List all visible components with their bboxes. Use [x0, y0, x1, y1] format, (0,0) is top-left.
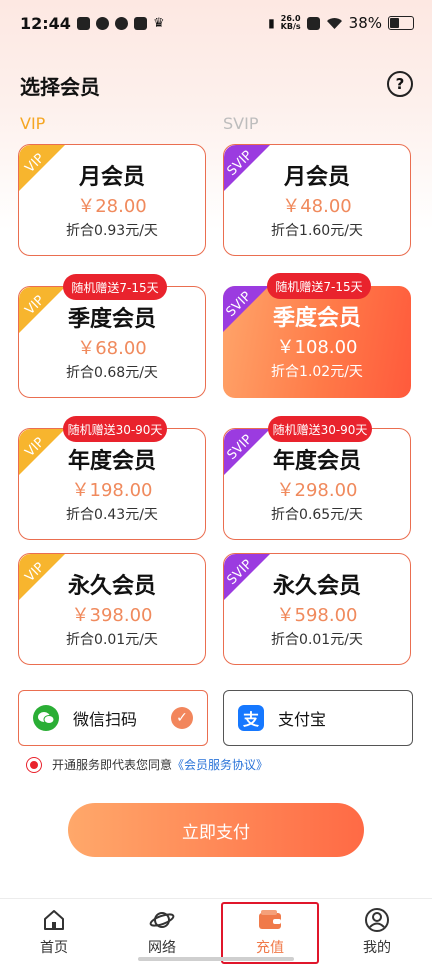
- plan-daily-rate: 折合0.01元/天: [271, 632, 363, 648]
- plan-price: ￥398.00: [71, 605, 153, 626]
- bottom-tab-bar: 首页 网络 充值 我的: [0, 898, 432, 965]
- status-bar: 12:44 ♛ ▮ 26.0 KB/s 38%: [0, 0, 432, 50]
- plan-card-svip-month[interactable]: SVIP 月会员 ￥48.00 折合1.60元/天: [223, 144, 411, 256]
- agreement-row: 开通服务即代表您同意 《会员服务协议》: [26, 756, 268, 773]
- plan-daily-rate: 折合0.65元/天: [271, 507, 363, 523]
- payment-option-wechat[interactable]: 微信扫码 ✓: [18, 690, 208, 746]
- plan-name: 月会员: [283, 165, 350, 190]
- agreement-radio[interactable]: [26, 756, 42, 773]
- plan-daily-rate: 折合0.68元/天: [66, 365, 158, 381]
- planet-icon: [149, 907, 175, 933]
- wechat-icon: [33, 705, 59, 731]
- user-icon: [364, 907, 390, 933]
- plan-name: 永久会员: [67, 574, 156, 599]
- plan-card-vip-month[interactable]: VIP 月会员 ￥28.00 折合0.93元/天: [18, 144, 206, 256]
- wechat-label: 微信扫码: [73, 710, 138, 729]
- vibrate-icon: ▮: [268, 16, 275, 30]
- alipay-label: 支付宝: [278, 710, 327, 729]
- home-indicator[interactable]: [138, 957, 294, 961]
- agreement-text: 开通服务即代表您同意: [52, 758, 173, 772]
- plan-card-svip-quarter[interactable]: SVIP 随机赠送7-15天 季度会员 ￥108.00 折合1.02元/天: [223, 273, 411, 398]
- bonus-badge: 随机赠送30-90天: [268, 416, 372, 442]
- plan-name: 年度会员: [67, 449, 156, 474]
- tab-recharge[interactable]: 充值: [230, 907, 310, 957]
- wifi-icon: [326, 17, 342, 29]
- battery-level: 38%: [348, 14, 382, 32]
- plan-price: ￥598.00: [276, 605, 358, 626]
- payment-option-alipay[interactable]: 支 支付宝: [223, 690, 413, 746]
- plan-daily-rate: 折合0.93元/天: [66, 223, 158, 239]
- page-title: 选择会员: [20, 75, 100, 99]
- tab-label: 首页: [40, 940, 68, 956]
- bonus-badge: 随机赠送7-15天: [63, 274, 167, 300]
- tab-label: 我的: [363, 940, 391, 956]
- tab-label: 充值: [256, 940, 284, 956]
- plan-price: ￥28.00: [77, 196, 147, 217]
- plan-name: 季度会员: [272, 306, 361, 331]
- plan-name: 永久会员: [272, 574, 361, 599]
- app-notification-icon: [114, 17, 128, 30]
- plan-daily-rate: 折合0.43元/天: [66, 507, 158, 523]
- plan-price: ￥48.00: [282, 196, 352, 217]
- plan-price: ￥68.00: [77, 338, 147, 359]
- tab-label: 网络: [148, 940, 176, 956]
- tab-network[interactable]: 网络: [122, 907, 202, 957]
- bonus-badge: 随机赠送7-15天: [267, 273, 371, 299]
- vip-column-label: VIP: [20, 114, 46, 133]
- plan-card-vip-year[interactable]: VIP 随机赠送30-90天 年度会员 ￥198.00 折合0.43元/天: [18, 416, 206, 540]
- battery-icon: [388, 16, 414, 30]
- mail-icon: [133, 17, 147, 30]
- tiktok-icon: [95, 17, 109, 30]
- plan-daily-rate: 折合0.01元/天: [66, 632, 158, 648]
- plan-card-svip-year[interactable]: SVIP 随机赠送30-90天 年度会员 ￥298.00 折合0.65元/天: [223, 416, 411, 540]
- wallet-icon: [257, 907, 283, 933]
- question-circle-icon[interactable]: ?: [387, 71, 413, 97]
- plan-price: ￥198.00: [71, 480, 153, 501]
- svip-column-label: SVIP: [223, 114, 259, 133]
- plan-card-vip-quarter[interactable]: VIP 随机赠送7-15天 季度会员 ￥68.00 折合0.68元/天: [18, 274, 206, 398]
- plan-price: ￥298.00: [276, 480, 358, 501]
- crown-icon: ♛: [152, 16, 165, 31]
- pay-now-button[interactable]: 立即支付: [68, 803, 364, 857]
- plan-name: 年度会员: [272, 449, 361, 474]
- notification-icon: [76, 17, 90, 30]
- home-icon: [41, 907, 67, 933]
- tab-mine[interactable]: 我的: [337, 907, 417, 957]
- plan-card-svip-forever[interactable]: SVIP 永久会员 ￥598.00 折合0.01元/天: [223, 553, 411, 665]
- status-time: 12:44: [20, 14, 71, 33]
- plan-name: 季度会员: [67, 307, 156, 332]
- plan-daily-rate: 折合1.60元/天: [271, 223, 363, 239]
- bonus-badge: 随机赠送30-90天: [63, 416, 167, 442]
- alipay-icon: 支: [238, 705, 264, 731]
- tab-home[interactable]: 首页: [14, 907, 94, 957]
- check-icon: ✓: [171, 707, 193, 729]
- plan-name: 月会员: [78, 165, 145, 190]
- net-speed: 26.0 KB/s: [280, 14, 301, 31]
- plan-price: ￥108.00: [276, 337, 358, 358]
- agreement-link[interactable]: 《会员服务协议》: [172, 756, 268, 773]
- plan-card-vip-forever[interactable]: VIP 永久会员 ￥398.00 折合0.01元/天: [18, 553, 206, 665]
- plan-daily-rate: 折合1.02元/天: [271, 364, 363, 380]
- sim-icon: [306, 16, 320, 30]
